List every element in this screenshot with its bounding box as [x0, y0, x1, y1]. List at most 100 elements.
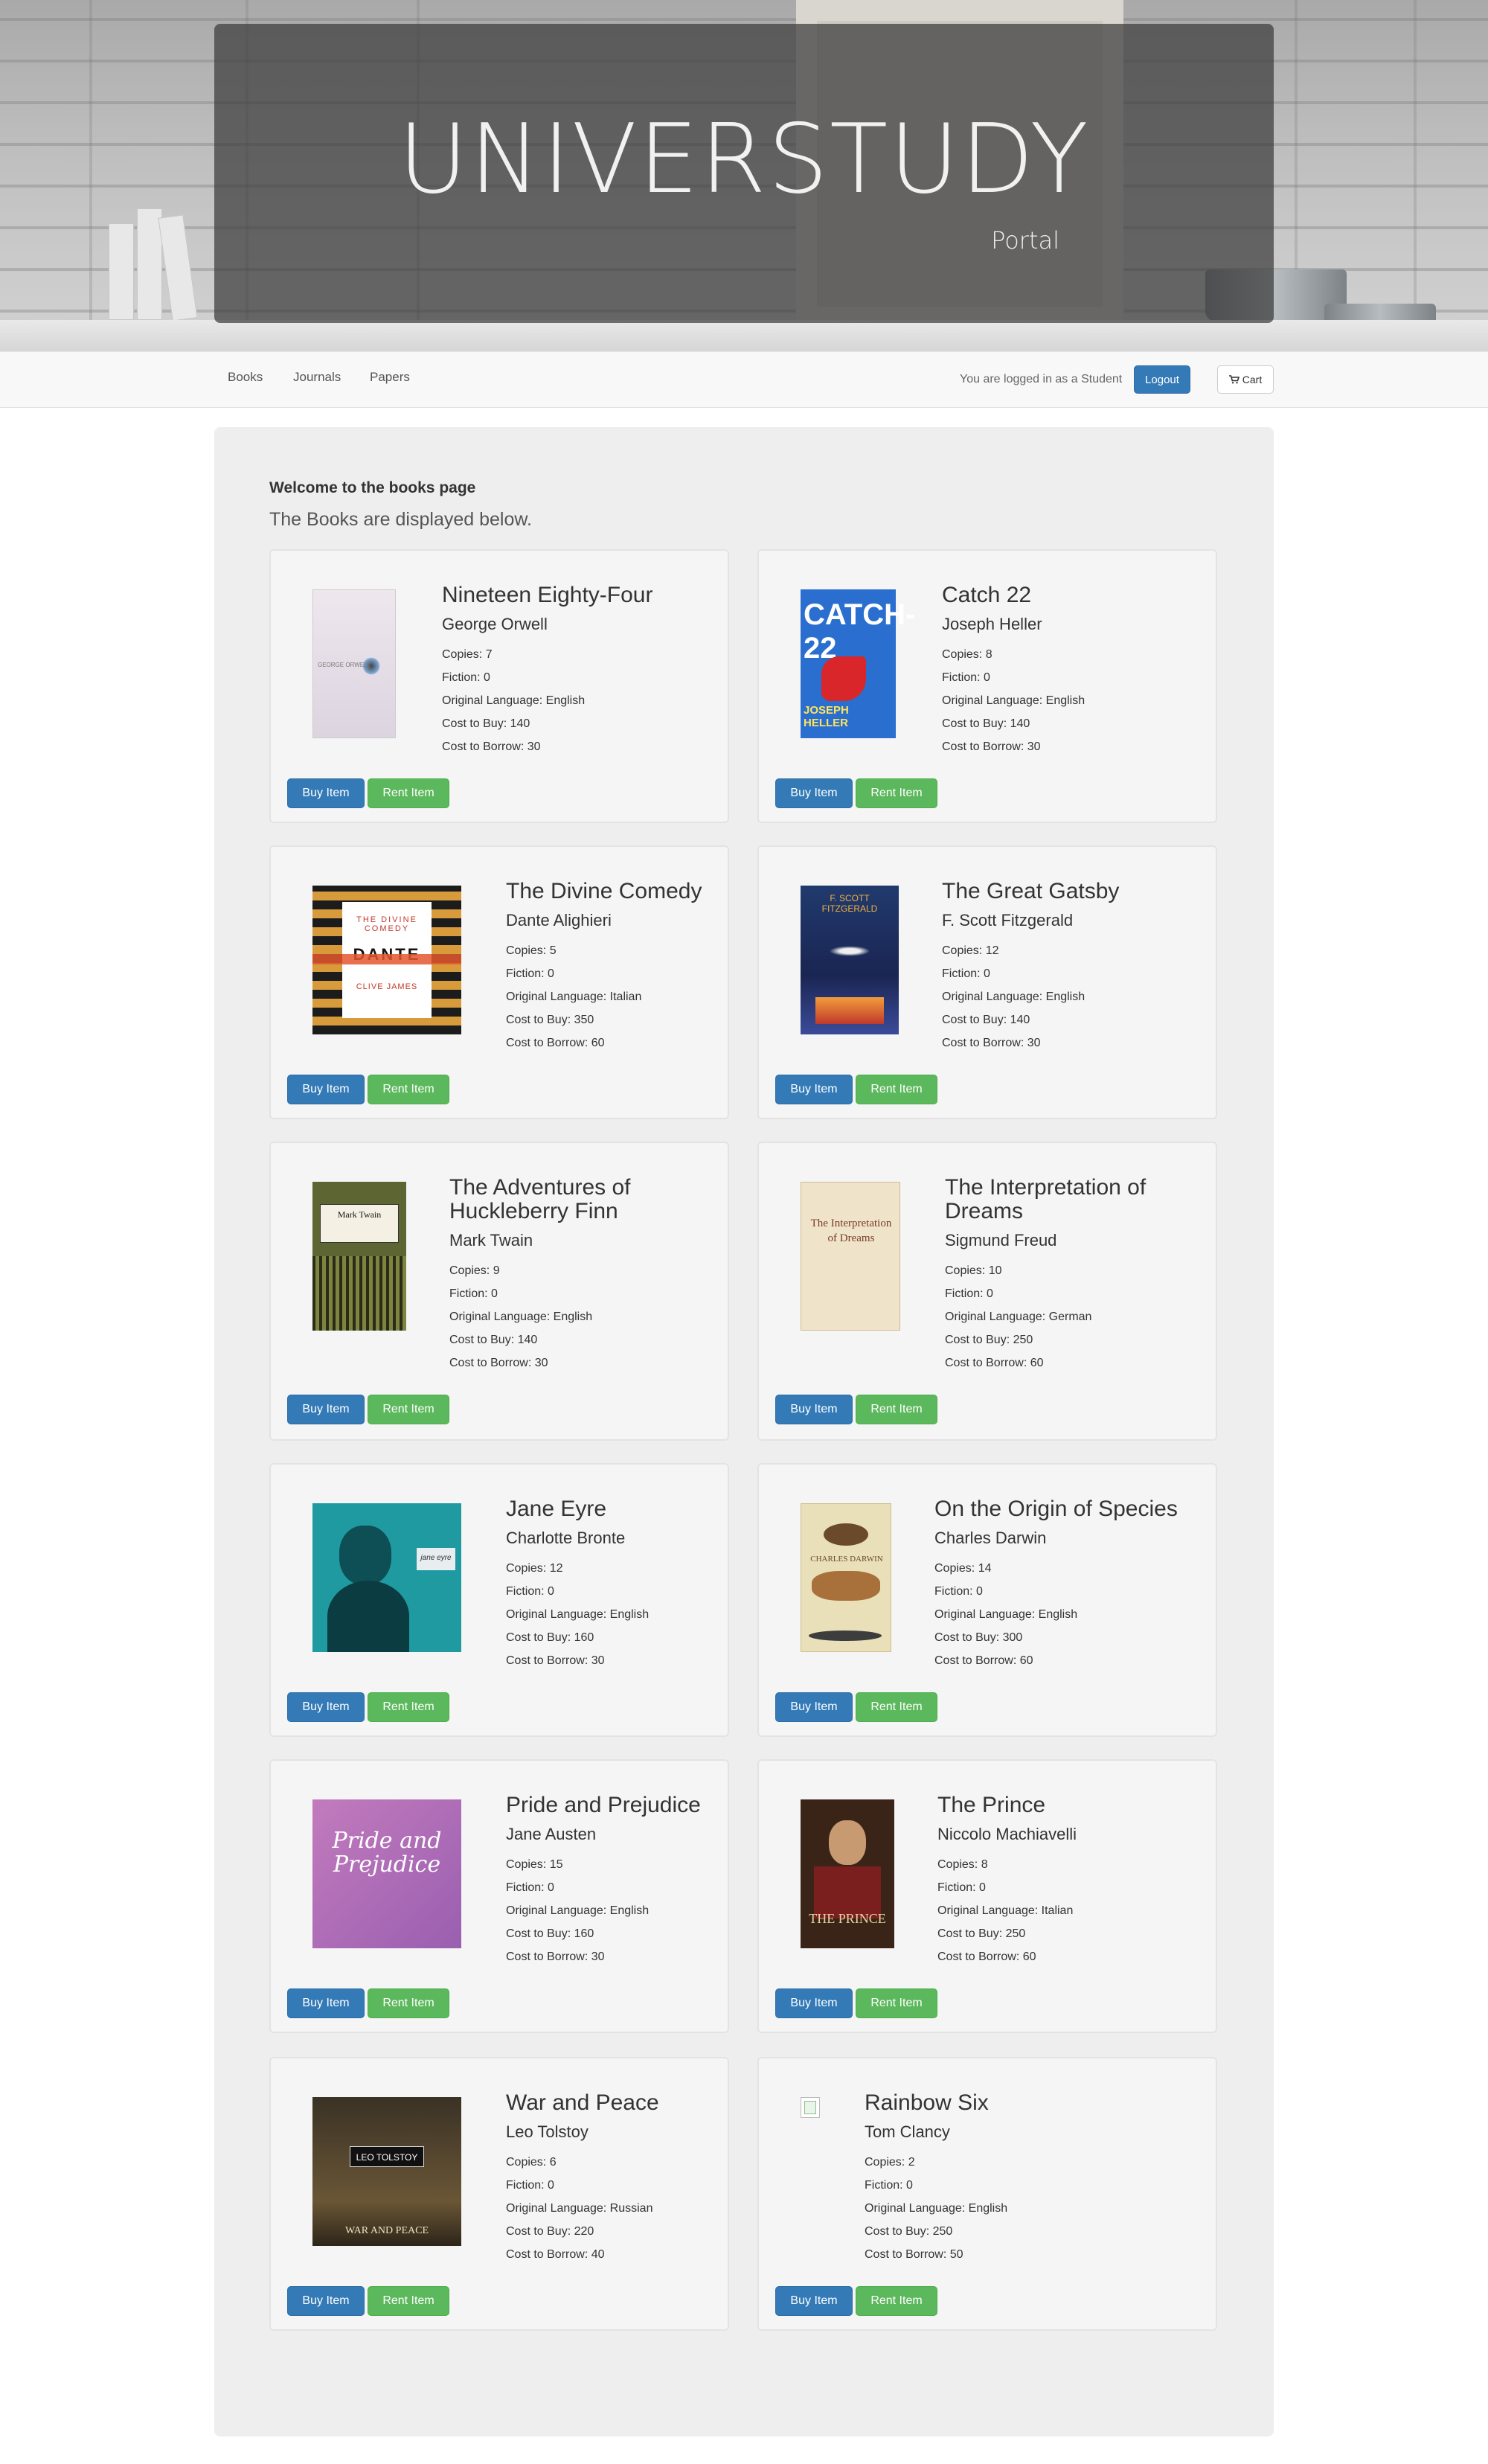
book-cover-image: GEORGE ORWELL	[312, 589, 396, 738]
buy-item-button[interactable]: Buy Item	[287, 778, 365, 808]
site-subtitle: Portal	[991, 226, 1059, 255]
book-fiction: Fiction: 0	[506, 1584, 554, 1598]
cover-text: CLIVE JAMES	[356, 982, 418, 991]
book-author: George Orwell	[442, 614, 548, 633]
book-card: F. SCOTT FITZGERALD The Great Gatsby F. …	[757, 845, 1217, 1119]
book-copies: Copies: 15	[506, 1857, 563, 1871]
rent-item-button[interactable]: Rent Item	[856, 1692, 937, 1722]
buy-item-button[interactable]: Buy Item	[775, 778, 853, 808]
book-cost-borrow: Cost to Borrow: 60	[945, 1356, 1044, 1369]
rent-item-button[interactable]: Rent Item	[368, 778, 449, 808]
rent-item-button[interactable]: Rent Item	[368, 2286, 449, 2316]
buy-item-button[interactable]: Buy Item	[775, 2286, 853, 2316]
buy-item-button[interactable]: Buy Item	[775, 1075, 853, 1104]
book-title: Pride and Prejudice	[506, 1793, 701, 1817]
book-language: Original Language: English	[942, 990, 1085, 1003]
cover-text: F. SCOTT FITZGERALD	[821, 893, 878, 914]
buy-item-button[interactable]: Buy Item	[287, 1692, 365, 1722]
book-card: Pride and Prejudice Pride and Prejudice …	[269, 1759, 729, 2033]
book-cost-buy: Cost to Buy: 160	[506, 1631, 594, 1644]
rent-item-button[interactable]: Rent Item	[856, 1395, 937, 1424]
book-info: Pride and Prejudice Jane Austen Copies: …	[506, 1793, 701, 1968]
navbar: Books Journals Papers You are logged in …	[0, 351, 1488, 408]
book-language: Original Language: English	[934, 1607, 1078, 1621]
rent-item-button[interactable]: Rent Item	[856, 2286, 937, 2316]
buy-item-button[interactable]: Buy Item	[287, 1075, 365, 1104]
book-copies: Copies: 8	[937, 1857, 988, 1871]
book-info: The Adventures of Huckleberry Finn Mark …	[449, 1176, 673, 1375]
book-cost-borrow: Cost to Borrow: 60	[506, 1036, 605, 1049]
nav-link-books[interactable]: Books	[228, 370, 263, 385]
nav-link-journals[interactable]: Journals	[293, 370, 341, 385]
rent-item-button[interactable]: Rent Item	[856, 778, 937, 808]
rent-item-button[interactable]: Rent Item	[368, 1988, 449, 2018]
book-copies: Copies: 9	[449, 1264, 500, 1277]
rent-item-button[interactable]: Rent Item	[856, 1075, 937, 1104]
rent-item-button[interactable]: Rent Item	[856, 1988, 937, 2018]
buy-item-button[interactable]: Buy Item	[775, 1692, 853, 1722]
cart-button[interactable]: Cart	[1217, 365, 1274, 394]
logout-button[interactable]: Logout	[1134, 365, 1190, 394]
book-author: Charles Darwin	[934, 1528, 1047, 1547]
book-language: Original Language: English	[865, 2201, 1008, 2215]
book-title: Catch 22	[942, 583, 1032, 607]
book-author: Leo Tolstoy	[506, 2122, 589, 2141]
book-cover-image: CATCH-22 JOSEPH HELLER	[801, 589, 915, 738]
book-author: Tom Clancy	[865, 2122, 950, 2141]
cover-text: WAR AND PEACE	[344, 2225, 429, 2236]
book-info: Jane Eyre Charlotte Bronte Copies: 12 Fi…	[506, 1497, 649, 1672]
nav-link-papers[interactable]: Papers	[370, 370, 410, 385]
book-cost-borrow: Cost to Borrow: 60	[934, 1654, 1033, 1667]
book-cost-borrow: Cost to Borrow: 30	[506, 1950, 605, 1963]
book-fiction: Fiction: 0	[442, 671, 490, 684]
book-fiction: Fiction: 0	[865, 2178, 913, 2192]
book-fiction: Fiction: 0	[506, 2178, 554, 2192]
book-language: Original Language: English	[442, 694, 586, 707]
book-fiction: Fiction: 0	[942, 671, 990, 684]
cart-icon	[1228, 375, 1240, 384]
book-title: Jane Eyre	[506, 1497, 607, 1521]
book-info: War and Peace Leo Tolstoy Copies: 6 Fict…	[506, 2091, 659, 2266]
book-author: Niccolo Machiavelli	[937, 1824, 1077, 1843]
book-card: Mark Twain The Adventures of Huckleberry…	[269, 1142, 729, 1441]
book-fiction: Fiction: 0	[506, 1881, 554, 1894]
book-cover-image: LEO TOLSTOY WAR AND PEACE	[312, 2097, 461, 2246]
book-copies: Copies: 5	[506, 944, 557, 957]
shelf-decoration	[0, 320, 1488, 351]
buy-item-button[interactable]: Buy Item	[775, 1988, 853, 2018]
buy-item-button[interactable]: Buy Item	[775, 1395, 853, 1424]
cover-text: THE DIVINE COMEDY	[356, 915, 417, 933]
book-language: Original Language: English	[942, 694, 1085, 707]
cover-text: jane eyre	[417, 1548, 455, 1570]
book-card: jane eyre Jane Eyre Charlotte Bronte Cop…	[269, 1463, 729, 1737]
book-language: Original Language: Italian	[506, 990, 642, 1003]
book-copies: Copies: 10	[945, 1264, 1002, 1277]
book-title: War and Peace	[506, 2090, 659, 2115]
buy-item-button[interactable]: Buy Item	[287, 1395, 365, 1424]
book-author: Sigmund Freud	[945, 1230, 1057, 1249]
book-title: The Great Gatsby	[942, 879, 1120, 903]
book-title: Rainbow Six	[865, 2090, 989, 2115]
book-fiction: Fiction: 0	[449, 1287, 498, 1300]
buy-item-button[interactable]: Buy Item	[287, 1988, 365, 2018]
buy-item-button[interactable]: Buy Item	[287, 2286, 365, 2316]
cover-text: JOSEPH HELLER	[804, 704, 849, 729]
book-fiction: Fiction: 0	[942, 967, 990, 980]
cover-text: LEO TOLSTOY	[350, 2146, 424, 2167]
hero-panel: UNIVERSTUDY Portal	[214, 24, 1274, 323]
book-copies: Copies: 12	[942, 944, 999, 957]
rent-item-button[interactable]: Rent Item	[368, 1075, 449, 1104]
book-card: The Interpretation of Dreams The Interpr…	[757, 1142, 1217, 1441]
book-cost-buy: Cost to Buy: 220	[506, 2224, 594, 2238]
main-content: Welcome to the books page The Books are …	[214, 427, 1274, 2436]
book-cover-image: THE DIVINE COMEDY DANTE CLIVE JAMES	[312, 886, 461, 1034]
book-card: CHARLES DARWIN On the Origin of Species …	[757, 1463, 1217, 1737]
cover-text: The Interpretation of Dreams	[810, 1217, 892, 1244]
book-title: The Divine Comedy	[506, 879, 702, 903]
book-decoration	[109, 223, 134, 320]
rent-item-button[interactable]: Rent Item	[368, 1692, 449, 1722]
cover-text: CHARLES DARWIN	[810, 1555, 883, 1564]
rent-item-button[interactable]: Rent Item	[368, 1395, 449, 1424]
book-author: Jane Austen	[506, 1824, 597, 1843]
book-cost-borrow: Cost to Borrow: 30	[449, 1356, 548, 1369]
